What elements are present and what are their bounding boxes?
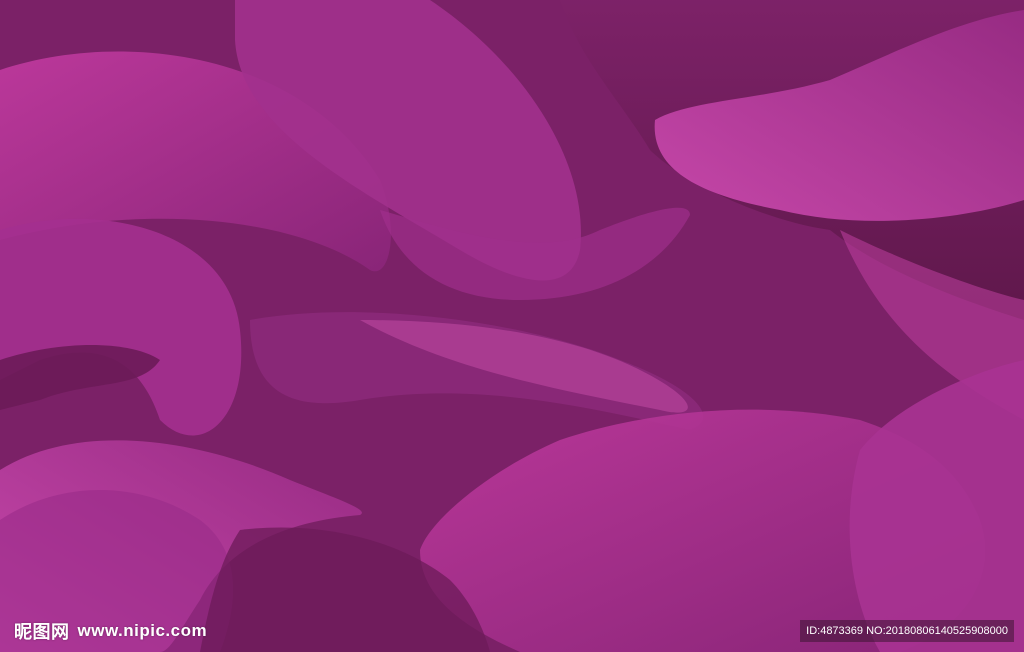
background-canvas: 昵图网 www.nipic.com ID:4873369 NO:20180806… bbox=[0, 0, 1024, 652]
watermark-id: ID:4873369 NO:20180806140525908000 bbox=[800, 620, 1014, 642]
watermark-url: www.nipic.com bbox=[77, 621, 208, 640]
watermark-brand: 昵图网 bbox=[14, 622, 70, 643]
abstract-curves-artwork bbox=[0, 0, 1024, 652]
watermark-logo: 昵图网 www.nipic.com bbox=[14, 619, 207, 643]
